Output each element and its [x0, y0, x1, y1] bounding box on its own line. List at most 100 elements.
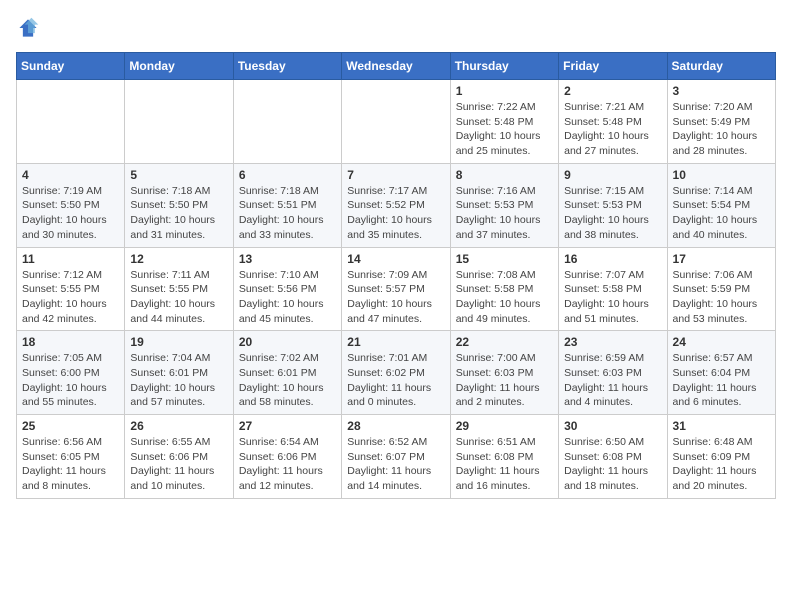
day-number: 18	[22, 335, 119, 349]
calendar-cell: 21 Sunrise: 7:01 AM Sunset: 6:02 PM Dayli…	[342, 331, 450, 415]
day-info: Sunrise: 6:59 AM Sunset: 6:03 PM Dayligh…	[564, 351, 661, 410]
day-info: Sunrise: 7:06 AM Sunset: 5:59 PM Dayligh…	[673, 268, 770, 327]
day-number: 27	[239, 419, 336, 433]
calendar-cell: 12 Sunrise: 7:11 AM Sunset: 5:55 PM Dayli…	[125, 247, 233, 331]
day-number: 8	[456, 168, 553, 182]
day-number: 29	[456, 419, 553, 433]
day-number: 6	[239, 168, 336, 182]
day-info: Sunrise: 7:15 AM Sunset: 5:53 PM Dayligh…	[564, 184, 661, 243]
day-info: Sunrise: 7:12 AM Sunset: 5:55 PM Dayligh…	[22, 268, 119, 327]
day-number: 14	[347, 252, 444, 266]
calendar-cell: 26 Sunrise: 6:55 AM Sunset: 6:06 PM Dayli…	[125, 415, 233, 499]
day-number: 7	[347, 168, 444, 182]
day-info: Sunrise: 7:20 AM Sunset: 5:49 PM Dayligh…	[673, 100, 770, 159]
day-number: 1	[456, 84, 553, 98]
calendar-cell: 19Sunrise: 7:04 AM Sunset: 6:01 PM Dayli…	[125, 331, 233, 415]
calendar-cell: 23 Sunrise: 6:59 AM Sunset: 6:03 PM Dayli…	[559, 331, 667, 415]
day-info: Sunrise: 7:08 AM Sunset: 5:58 PM Dayligh…	[456, 268, 553, 327]
calendar-cell: 29 Sunrise: 6:51 AM Sunset: 6:08 PM Dayli…	[450, 415, 558, 499]
calendar-cell: 5 Sunrise: 7:18 AM Sunset: 5:50 PM Daylig…	[125, 163, 233, 247]
day-header-friday: Friday	[559, 53, 667, 80]
day-header-tuesday: Tuesday	[233, 53, 341, 80]
calendar-cell: 10Sunrise: 7:14 AM Sunset: 5:54 PM Dayli…	[667, 163, 775, 247]
calendar-cell	[17, 80, 125, 164]
day-number: 25	[22, 419, 119, 433]
day-info: Sunrise: 7:09 AM Sunset: 5:57 PM Dayligh…	[347, 268, 444, 327]
day-info: Sunrise: 6:55 AM Sunset: 6:06 PM Dayligh…	[130, 435, 227, 494]
day-number: 11	[22, 252, 119, 266]
day-info: Sunrise: 7:18 AM Sunset: 5:50 PM Dayligh…	[130, 184, 227, 243]
calendar-cell: 13Sunrise: 7:10 AM Sunset: 5:56 PM Dayli…	[233, 247, 341, 331]
day-number: 20	[239, 335, 336, 349]
day-info: Sunrise: 7:00 AM Sunset: 6:03 PM Dayligh…	[456, 351, 553, 410]
calendar-cell: 8 Sunrise: 7:16 AM Sunset: 5:53 PM Daylig…	[450, 163, 558, 247]
calendar-cell: 15 Sunrise: 7:08 AM Sunset: 5:58 PM Dayli…	[450, 247, 558, 331]
day-number: 30	[564, 419, 661, 433]
day-number: 17	[673, 252, 770, 266]
day-info: Sunrise: 7:04 AM Sunset: 6:01 PM Dayligh…	[130, 351, 227, 410]
day-info: Sunrise: 7:02 AM Sunset: 6:01 PM Dayligh…	[239, 351, 336, 410]
day-number: 2	[564, 84, 661, 98]
calendar-cell: 7 Sunrise: 7:17 AM Sunset: 5:52 PM Daylig…	[342, 163, 450, 247]
calendar-week-1: 1 Sunrise: 7:22 AM Sunset: 5:48 PM Daylig…	[17, 80, 776, 164]
day-info: Sunrise: 6:52 AM Sunset: 6:07 PM Dayligh…	[347, 435, 444, 494]
day-header-thursday: Thursday	[450, 53, 558, 80]
day-info: Sunrise: 7:16 AM Sunset: 5:53 PM Dayligh…	[456, 184, 553, 243]
day-info: Sunrise: 7:11 AM Sunset: 5:55 PM Dayligh…	[130, 268, 227, 327]
logo-icon	[16, 16, 40, 40]
calendar-cell: 31 Sunrise: 6:48 AM Sunset: 6:09 PM Dayli…	[667, 415, 775, 499]
day-info: Sunrise: 6:57 AM Sunset: 6:04 PM Dayligh…	[673, 351, 770, 410]
calendar-week-2: 4Sunrise: 7:19 AM Sunset: 5:50 PM Daylig…	[17, 163, 776, 247]
calendar-cell	[125, 80, 233, 164]
calendar-cell: 6 Sunrise: 7:18 AM Sunset: 5:51 PM Daylig…	[233, 163, 341, 247]
calendar-cell: 17 Sunrise: 7:06 AM Sunset: 5:59 PM Dayli…	[667, 247, 775, 331]
day-info: Sunrise: 7:17 AM Sunset: 5:52 PM Dayligh…	[347, 184, 444, 243]
day-info: Sunrise: 7:01 AM Sunset: 6:02 PM Dayligh…	[347, 351, 444, 410]
calendar-week-4: 18 Sunrise: 7:05 AM Sunset: 6:00 PM Dayli…	[17, 331, 776, 415]
day-info: Sunrise: 7:07 AM Sunset: 5:58 PM Dayligh…	[564, 268, 661, 327]
day-info: Sunrise: 6:50 AM Sunset: 6:08 PM Dayligh…	[564, 435, 661, 494]
day-number: 15	[456, 252, 553, 266]
day-number: 16	[564, 252, 661, 266]
calendar-cell: 25 Sunrise: 6:56 AM Sunset: 6:05 PM Dayli…	[17, 415, 125, 499]
day-number: 12	[130, 252, 227, 266]
calendar-cell: 24 Sunrise: 6:57 AM Sunset: 6:04 PM Dayli…	[667, 331, 775, 415]
day-number: 23	[564, 335, 661, 349]
day-number: 28	[347, 419, 444, 433]
calendar-cell: 28 Sunrise: 6:52 AM Sunset: 6:07 PM Dayli…	[342, 415, 450, 499]
calendar-cell: 16 Sunrise: 7:07 AM Sunset: 5:58 PM Dayli…	[559, 247, 667, 331]
day-number: 21	[347, 335, 444, 349]
day-number: 13	[239, 252, 336, 266]
day-info: Sunrise: 7:05 AM Sunset: 6:00 PM Dayligh…	[22, 351, 119, 410]
day-info: Sunrise: 7:18 AM Sunset: 5:51 PM Dayligh…	[239, 184, 336, 243]
page-header	[16, 16, 776, 40]
day-number: 22	[456, 335, 553, 349]
calendar-cell: 4Sunrise: 7:19 AM Sunset: 5:50 PM Daylig…	[17, 163, 125, 247]
calendar-week-3: 11 Sunrise: 7:12 AM Sunset: 5:55 PM Dayli…	[17, 247, 776, 331]
calendar-header-row: SundayMondayTuesdayWednesdayThursdayFrid…	[17, 53, 776, 80]
logo	[16, 16, 44, 40]
calendar-week-5: 25 Sunrise: 6:56 AM Sunset: 6:05 PM Dayli…	[17, 415, 776, 499]
calendar-cell: 1 Sunrise: 7:22 AM Sunset: 5:48 PM Daylig…	[450, 80, 558, 164]
calendar-cell: 9 Sunrise: 7:15 AM Sunset: 5:53 PM Daylig…	[559, 163, 667, 247]
day-header-saturday: Saturday	[667, 53, 775, 80]
day-info: Sunrise: 7:22 AM Sunset: 5:48 PM Dayligh…	[456, 100, 553, 159]
day-info: Sunrise: 7:14 AM Sunset: 5:54 PM Dayligh…	[673, 184, 770, 243]
day-header-sunday: Sunday	[17, 53, 125, 80]
calendar-cell: 14 Sunrise: 7:09 AM Sunset: 5:57 PM Dayli…	[342, 247, 450, 331]
day-number: 31	[673, 419, 770, 433]
day-number: 26	[130, 419, 227, 433]
calendar-cell: 18 Sunrise: 7:05 AM Sunset: 6:00 PM Dayli…	[17, 331, 125, 415]
day-info: Sunrise: 6:54 AM Sunset: 6:06 PM Dayligh…	[239, 435, 336, 494]
calendar-cell: 2Sunrise: 7:21 AM Sunset: 5:48 PM Daylig…	[559, 80, 667, 164]
calendar-cell: 27 Sunrise: 6:54 AM Sunset: 6:06 PM Dayli…	[233, 415, 341, 499]
day-header-wednesday: Wednesday	[342, 53, 450, 80]
day-header-monday: Monday	[125, 53, 233, 80]
day-info: Sunrise: 6:51 AM Sunset: 6:08 PM Dayligh…	[456, 435, 553, 494]
day-number: 9	[564, 168, 661, 182]
day-number: 5	[130, 168, 227, 182]
day-info: Sunrise: 6:56 AM Sunset: 6:05 PM Dayligh…	[22, 435, 119, 494]
calendar-cell: 20 Sunrise: 7:02 AM Sunset: 6:01 PM Dayli…	[233, 331, 341, 415]
day-info: Sunrise: 6:48 AM Sunset: 6:09 PM Dayligh…	[673, 435, 770, 494]
day-number: 24	[673, 335, 770, 349]
